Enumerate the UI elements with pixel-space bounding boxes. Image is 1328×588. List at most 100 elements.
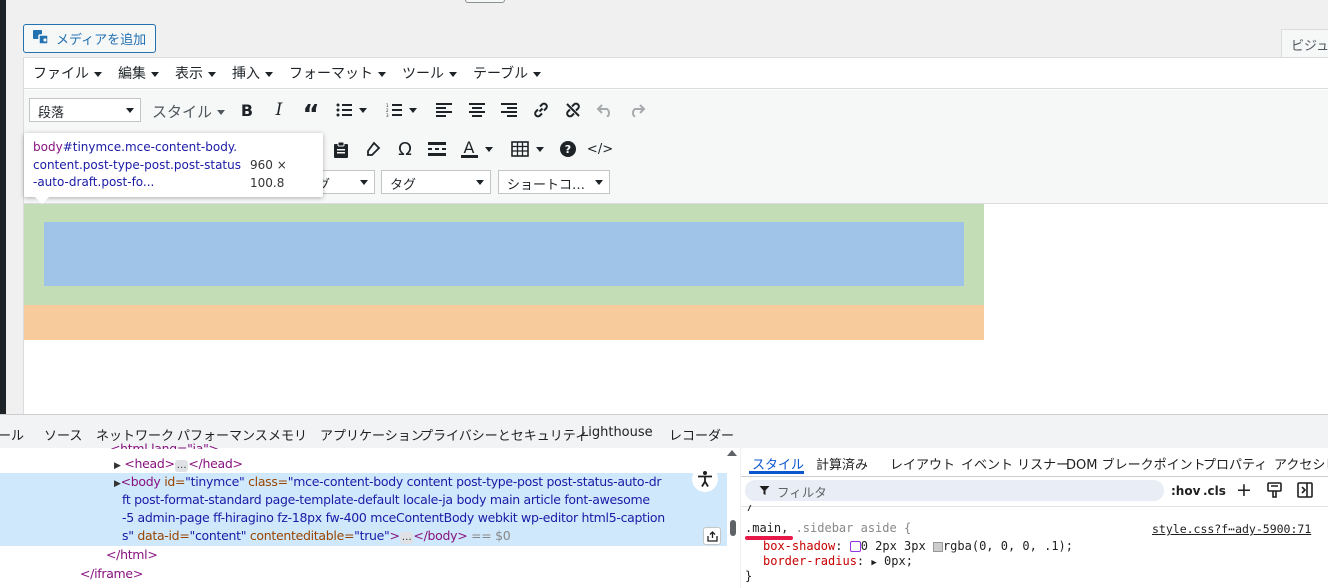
scrollbar-thumb[interactable] <box>730 520 736 536</box>
menu-insert[interactable]: 挿入 <box>232 63 273 83</box>
head-node[interactable]: ▶ <head>… </head> <box>114 456 243 472</box>
chevron-down-icon <box>378 71 386 77</box>
svg-text:?: ? <box>565 143 571 156</box>
attr-data-id-value: "content" <box>189 528 247 543</box>
link-icon[interactable] <box>529 98 553 122</box>
reveal-node-icon[interactable] <box>703 527 721 545</box>
tab-computed[interactable]: 計算済み <box>816 454 868 473</box>
tab-layout[interactable]: レイアウト <box>890 454 955 473</box>
expand-triangle-icon[interactable]: ▶ <box>114 461 121 471</box>
chevron-down-icon[interactable] <box>483 137 495 161</box>
accessibility-icon[interactable] <box>692 466 718 492</box>
clear-formatting-icon[interactable] <box>361 137 385 161</box>
menu-format-label: フォーマット <box>289 66 373 82</box>
chevron-down-icon <box>360 180 368 185</box>
tab-sources[interactable]: ソース <box>44 425 82 444</box>
ellipsis-icon[interactable]: … <box>174 460 189 472</box>
styles-filter-input[interactable]: フィルタ <box>745 480 1164 501</box>
selector-main: .main, <box>745 521 789 535</box>
new-rule-icon[interactable]: + <box>1236 481 1252 500</box>
tab-console[interactable]: ール <box>0 425 24 444</box>
attr-class: class= <box>244 474 288 489</box>
hov-toggle[interactable]: :hov <box>1171 484 1200 498</box>
attr-class-value-4: s" <box>122 528 134 543</box>
ellipsis-icon[interactable]: … <box>399 532 414 544</box>
read-more-icon[interactable] <box>425 137 449 161</box>
css-declaration-box-shadow[interactable]: box-shadow: 0 2px 3px rgba(0, 0, 0, .1); <box>763 539 1073 553</box>
style-select-label: スタイル <box>152 103 213 121</box>
add-media-button[interactable]: メディアを追加 <box>23 24 156 53</box>
body-node[interactable]: ▶<body id="tinymce" class="mce-content-b… <box>114 474 661 489</box>
html-open-line[interactable]: <html lang="ja"> <box>110 441 219 449</box>
align-left-icon[interactable] <box>432 98 456 122</box>
css-rule-selector[interactable]: .main, .sidebar aside { <box>745 521 911 535</box>
css-declaration-border-radius[interactable]: border-radius: ▶ 0px; <box>763 554 913 568</box>
menu-view-label: 表示 <box>175 66 203 82</box>
tooltip-dimensions: 960 × 100.8 <box>250 158 287 190</box>
tab-dom-breakpoints[interactable]: DOM ブレークポイント <box>1066 454 1206 473</box>
redo-icon[interactable] <box>625 98 649 122</box>
menu-table[interactable]: テーブル <box>473 63 542 83</box>
numbered-list-icon[interactable]: 123 <box>382 98 406 122</box>
italic-icon[interactable]: I <box>267 98 291 122</box>
menu-view[interactable]: 表示 <box>175 63 216 83</box>
expand-triangle-icon[interactable]: ▶ <box>114 479 121 489</box>
bold-icon[interactable]: B <box>235 98 259 122</box>
rendering-emulation-icon[interactable] <box>1267 482 1282 502</box>
tab-memory[interactable]: メモリ <box>268 425 307 444</box>
toggle-sidebar-icon[interactable] <box>1297 482 1313 502</box>
table-icon[interactable] <box>508 137 532 161</box>
chevron-down-icon[interactable] <box>534 137 546 161</box>
special-character-icon[interactable]: Ω <box>393 137 417 161</box>
bullet-list-icon[interactable] <box>332 98 356 122</box>
prop-box-shadow-name: box-shadow <box>763 539 836 553</box>
style-select[interactable]: スタイル <box>152 101 226 122</box>
unlink-icon[interactable] <box>561 98 585 122</box>
tab-visual[interactable]: ビジュ <box>1281 29 1328 57</box>
color-swatch[interactable] <box>932 541 943 552</box>
help-icon[interactable]: ? <box>556 137 580 161</box>
tab-recorder[interactable]: レコーダー <box>669 425 734 444</box>
menu-table-label: テーブル <box>473 66 529 82</box>
chevron-down-icon <box>217 110 226 115</box>
tab-properties[interactable]: プロパティ <box>1203 454 1267 473</box>
undo-icon[interactable] <box>593 98 617 122</box>
paste-text-icon[interactable] <box>329 137 353 161</box>
block-format-select[interactable]: 段落 <box>29 98 141 122</box>
chevron-down-icon <box>449 71 457 77</box>
body-node-end[interactable]: s" data-id="content" contenteditable="tr… <box>122 528 511 544</box>
menu-format[interactable]: フォーマット <box>289 63 386 83</box>
align-right-icon[interactable] <box>497 98 521 122</box>
scroll-up-icon[interactable] <box>727 450 737 456</box>
attr-contenteditable: contenteditable= <box>246 528 355 543</box>
tab-lighthouse[interactable]: Lighthouse <box>581 425 653 440</box>
tag-select[interactable]: タグ <box>381 170 491 194</box>
align-center-icon[interactable] <box>465 98 489 122</box>
tab-privacy-security[interactable]: プライバシーとセキュリティ <box>420 425 588 444</box>
tab-event-listeners[interactable]: イベント リスナー <box>961 454 1069 473</box>
menu-file[interactable]: ファイル <box>33 63 102 83</box>
code-icon[interactable]: </> <box>587 137 613 161</box>
text-color-icon[interactable]: A <box>457 137 481 161</box>
tab-accessibility[interactable]: アクセシビ <box>1274 454 1328 473</box>
admin-sidebar-edge <box>0 0 6 414</box>
attr-class-value-3: -5 admin-page ff-hiragino fz-18px fw-400… <box>122 510 665 525</box>
chevron-down-icon[interactable] <box>407 98 419 122</box>
tab-application[interactable]: アプリケーション <box>320 425 424 444</box>
chevron-down-icon <box>94 71 102 77</box>
blockquote-icon[interactable]: “ <box>299 98 323 130</box>
cls-toggle[interactable]: .cls <box>1203 484 1226 498</box>
elements-scrollbar[interactable] <box>728 448 740 588</box>
shadow-editor-icon[interactable] <box>849 541 861 552</box>
shortcode-select[interactable]: ショートコ… <box>498 170 610 194</box>
chevron-down-icon[interactable] <box>357 98 369 122</box>
chevron-down-icon <box>595 180 603 185</box>
chevron-down-icon <box>208 71 216 77</box>
html-close-tag[interactable]: </html> <box>106 547 158 562</box>
expand-triangle-icon[interactable]: ▶ <box>871 558 876 568</box>
menu-edit[interactable]: 編集 <box>118 63 159 83</box>
top-partial-button[interactable] <box>465 0 505 3</box>
menu-tools[interactable]: ツール <box>402 63 457 83</box>
stylesheet-link[interactable]: style.css?f⋯ady-5900:71 <box>1152 522 1311 536</box>
iframe-close-tag[interactable]: </iframe> <box>80 566 143 581</box>
